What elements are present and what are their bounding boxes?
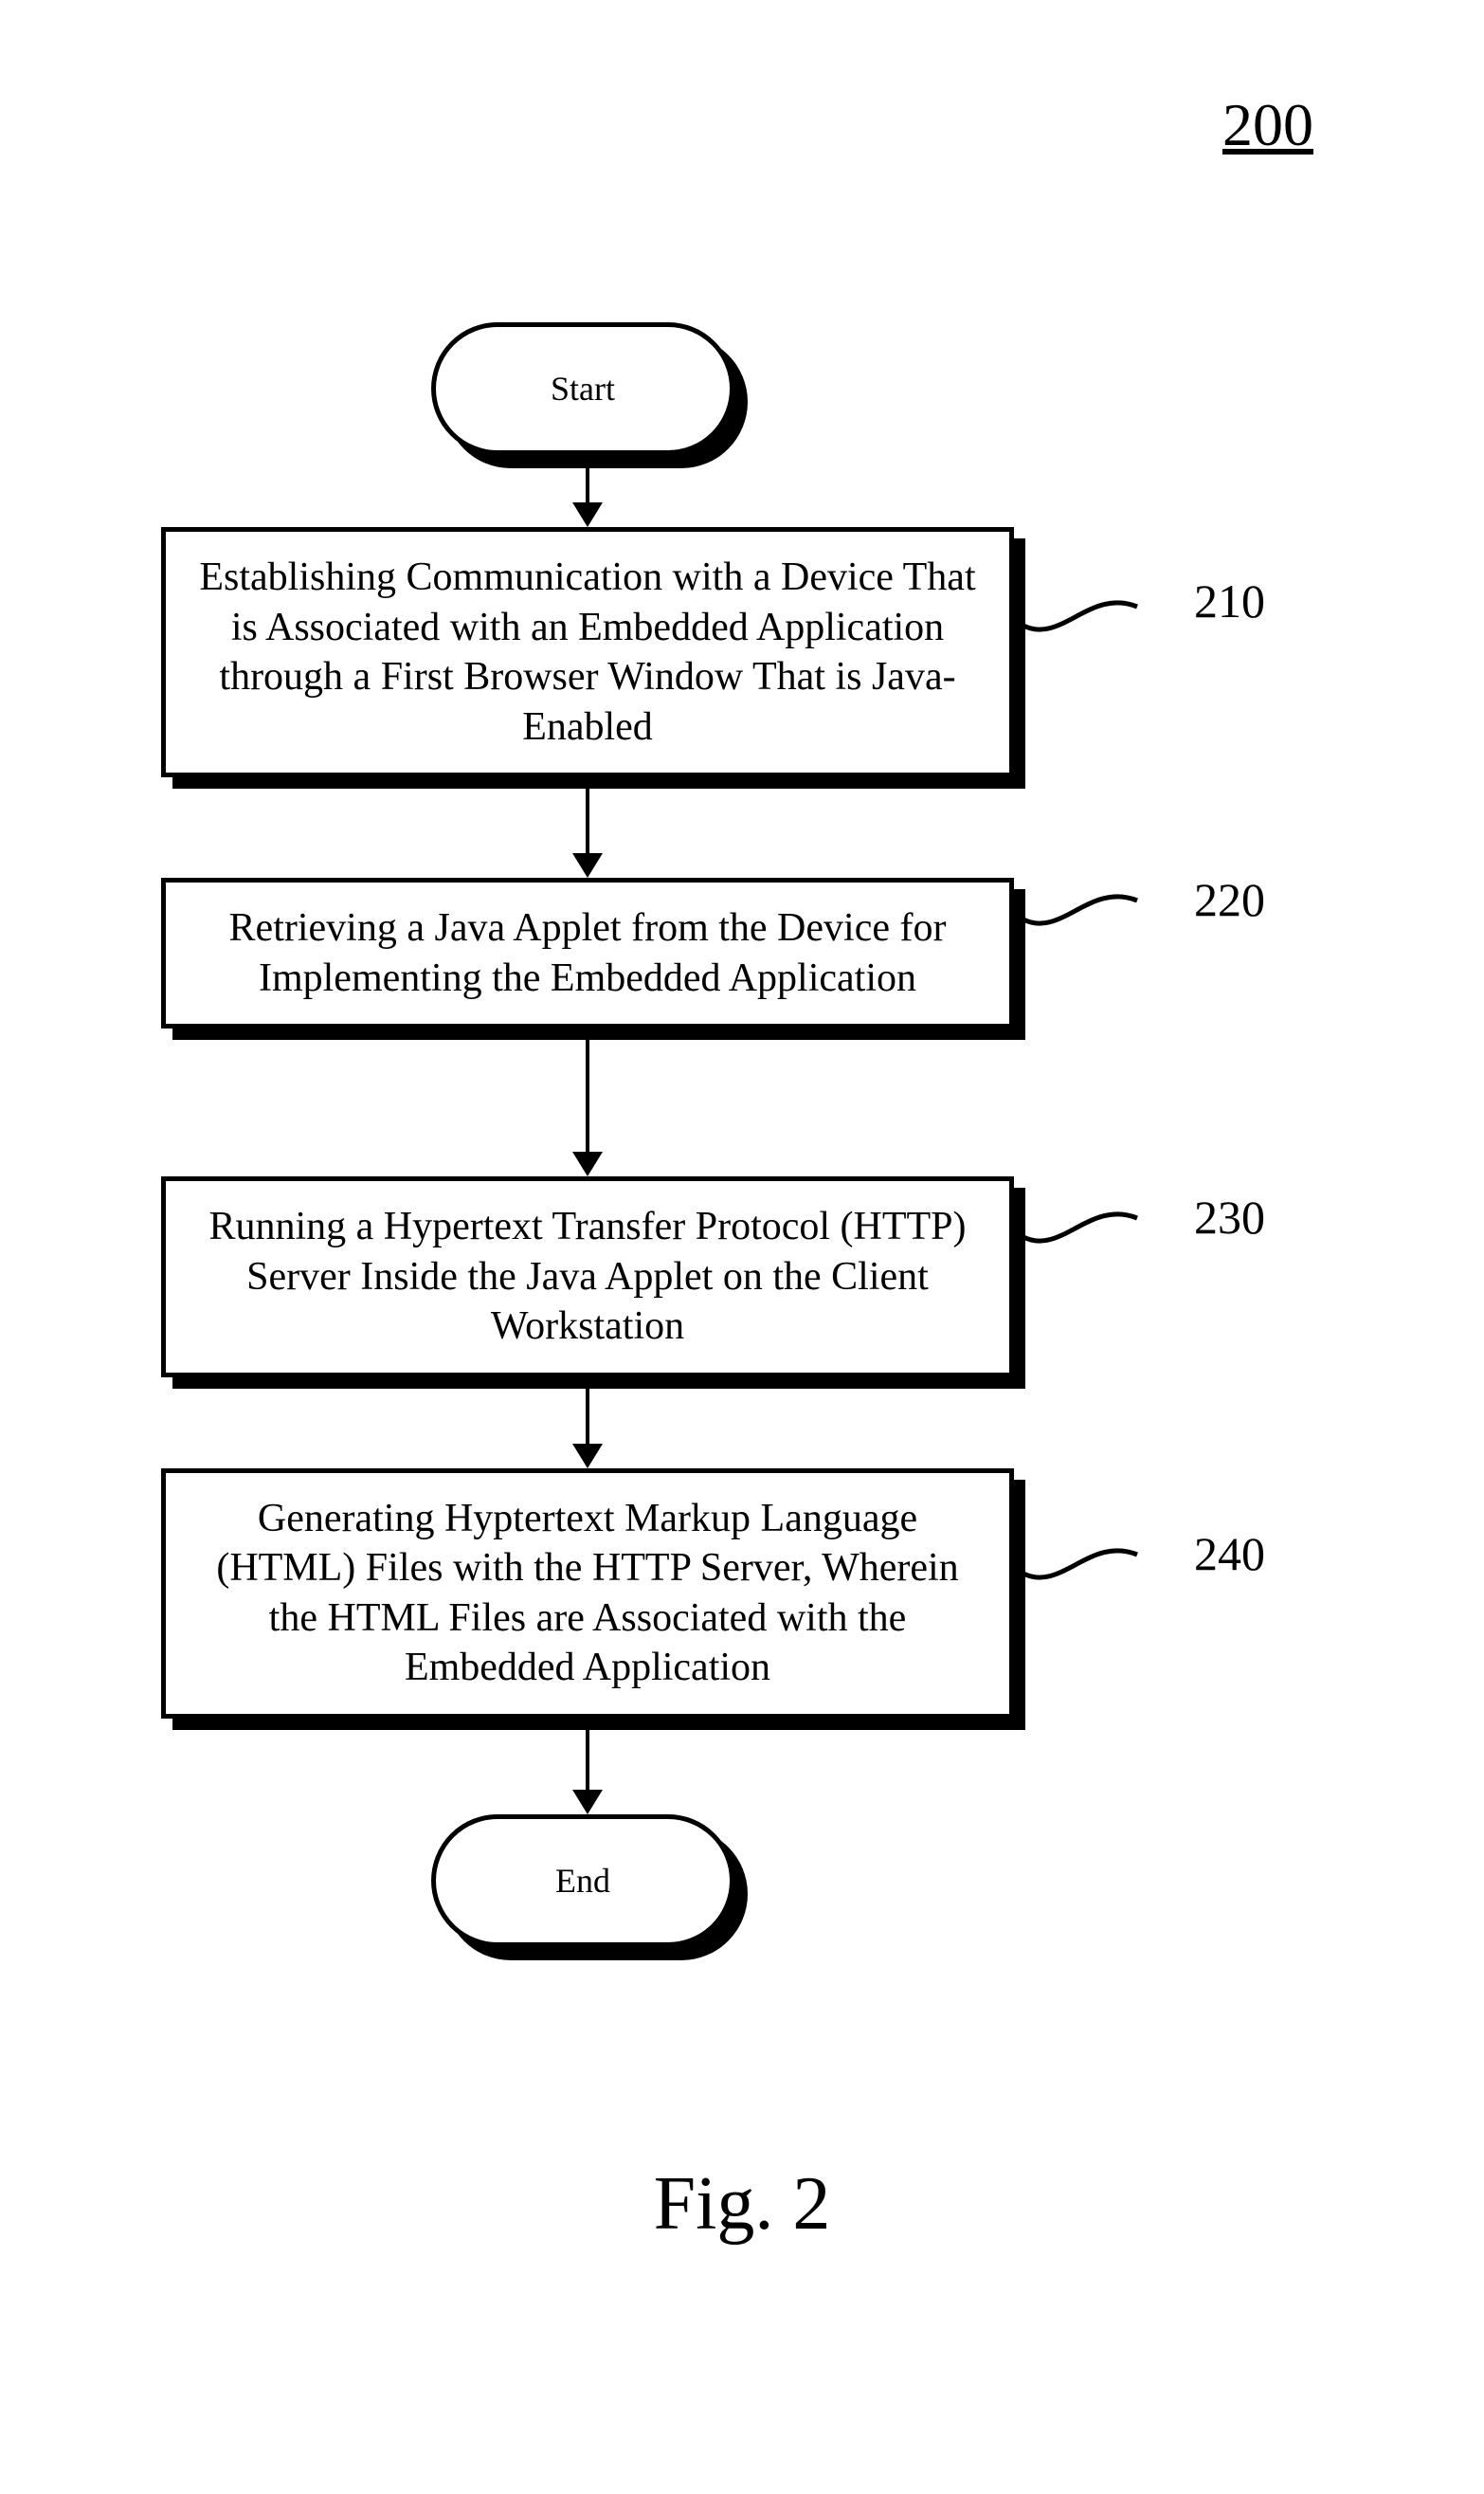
leader-line-icon [1023, 872, 1194, 986]
process-step-210-text: Establishing Communication with a Device… [161, 527, 1014, 777]
ref-label-220: 220 [1194, 872, 1265, 927]
end-terminator-label: End [431, 1814, 734, 1947]
leader-line-icon [1023, 569, 1194, 683]
start-terminator: Start [431, 322, 744, 464]
arrow-icon [572, 1377, 603, 1468]
process-step-230-text: Running a Hypertext Transfer Protocol (H… [161, 1176, 1014, 1377]
process-step-220-text: Retrieving a Java Applet from the Device… [161, 878, 1014, 1029]
flowchart-column: Start Establishing Communication with a … [161, 322, 1014, 1957]
ref-label-210: 210 [1194, 573, 1265, 628]
process-step-220: Retrieving a Java Applet from the Device… [161, 878, 1014, 1029]
arrow-icon [572, 464, 603, 527]
leader-line-icon [1023, 1185, 1194, 1299]
end-terminator: End [431, 1814, 744, 1957]
process-step-210: Establishing Communication with a Device… [161, 527, 1014, 777]
start-terminator-label: Start [431, 322, 734, 455]
process-step-240: Generating Hyptertext Markup Language (H… [161, 1468, 1014, 1719]
arrow-icon [572, 1029, 603, 1176]
arrow-icon [572, 777, 603, 878]
flowchart-figure: 200 Start Establishing Communication wit… [0, 0, 1484, 2494]
arrow-icon [572, 1719, 603, 1814]
figure-caption: Fig. 2 [0, 2161, 1484, 2248]
leader-line-icon [1023, 1517, 1194, 1630]
figure-number: 200 [1222, 90, 1313, 160]
process-step-230: Running a Hypertext Transfer Protocol (H… [161, 1176, 1014, 1377]
ref-label-230: 230 [1194, 1190, 1265, 1245]
process-step-240-text: Generating Hyptertext Markup Language (H… [161, 1468, 1014, 1719]
ref-label-240: 240 [1194, 1526, 1265, 1581]
